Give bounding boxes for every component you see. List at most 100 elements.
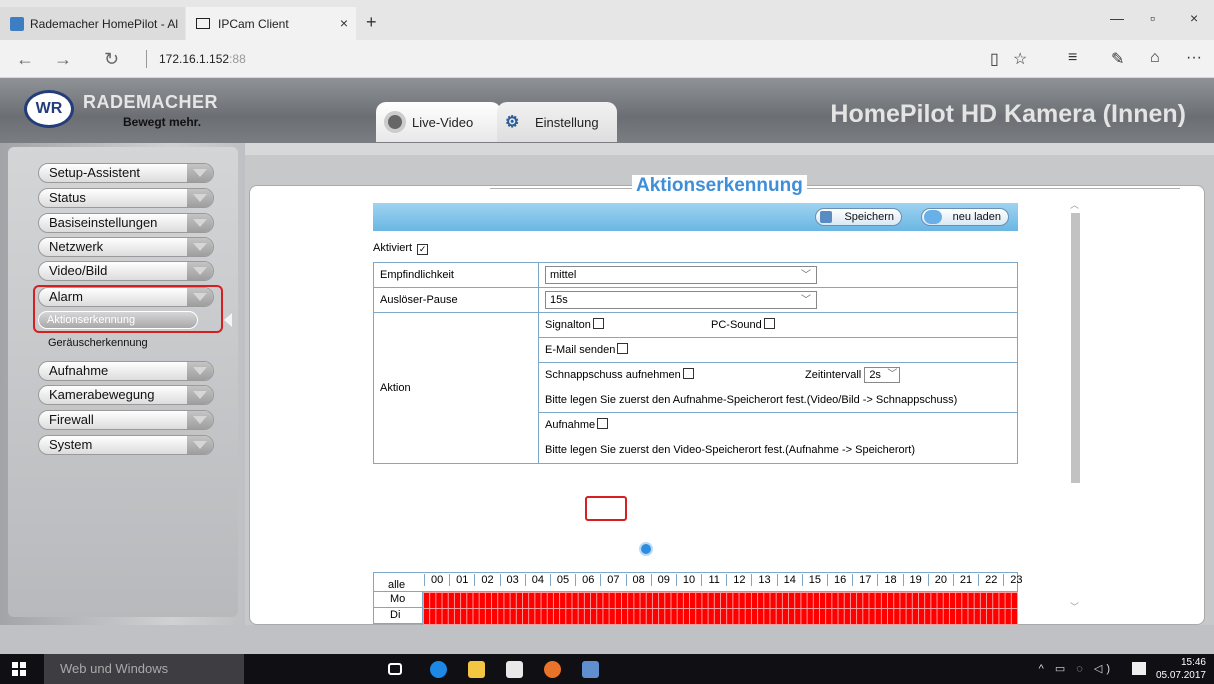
sidebar-subitem-geraeuscherkennung[interactable]: Geräuscherkennung bbox=[38, 337, 148, 349]
reading-view-icon[interactable]: ▯ bbox=[990, 49, 999, 69]
signalton-checkbox[interactable] bbox=[592, 318, 604, 329]
hour-label[interactable]: 20 bbox=[927, 574, 953, 586]
select-all-label[interactable]: alle bbox=[388, 579, 405, 591]
hour-label[interactable]: 11 bbox=[701, 574, 726, 586]
web-note-icon[interactable]: ✎ bbox=[1111, 49, 1124, 69]
hour-label[interactable]: 01 bbox=[449, 574, 474, 586]
hour-label[interactable]: 10 bbox=[675, 574, 701, 586]
browser-tab-ipcam[interactable]: IPCam Client × bbox=[186, 7, 356, 40]
sidebar-item-system[interactable]: System bbox=[38, 435, 214, 455]
tab-live-video[interactable]: Live-Video bbox=[376, 102, 501, 142]
file-explorer-icon[interactable] bbox=[468, 661, 485, 678]
save-button[interactable]: Speichern bbox=[815, 208, 902, 226]
tab-einstellung[interactable]: ⚙ Einstellung bbox=[497, 102, 617, 142]
sidebar-item-aufnahme[interactable]: Aufnahme bbox=[38, 361, 214, 381]
maximize-button[interactable]: ▫ bbox=[1150, 10, 1155, 26]
sidebar-item-kamerabewegung[interactable]: Kamerabewegung bbox=[38, 385, 214, 405]
chevron-down-icon: ﹀ bbox=[887, 369, 898, 380]
browser-tab-homepilot[interactable]: Rademacher HomePilot - Al bbox=[0, 7, 185, 40]
hour-label[interactable]: 09 bbox=[650, 574, 676, 586]
hour-label[interactable]: 17 bbox=[852, 574, 877, 586]
main-top-strip bbox=[245, 143, 1214, 155]
back-icon[interactable]: ← bbox=[16, 49, 34, 70]
sidebar-item-basiseinstellungen[interactable]: Basiseinstellungen bbox=[38, 213, 214, 233]
new-tab-button[interactable]: + bbox=[366, 12, 377, 33]
hour-label[interactable]: 23 bbox=[1003, 574, 1028, 586]
hour-label[interactable]: 18 bbox=[877, 574, 902, 586]
aktiviert-checkbox[interactable]: ✓ bbox=[417, 244, 429, 255]
aktiviert-row: Aktiviert ✓ bbox=[373, 242, 429, 255]
scroll-up-icon[interactable]: ︿ bbox=[1070, 198, 1079, 211]
sidebar-item-label: Aufnahme bbox=[49, 363, 109, 378]
hour-label[interactable]: 21 bbox=[952, 574, 978, 586]
clock-date: 05.07.2017 bbox=[1155, 670, 1206, 681]
share-icon[interactable]: ⌂ bbox=[1150, 49, 1160, 67]
scroll-thumb[interactable] bbox=[1071, 213, 1080, 483]
sound-options-row: Signalton PC-Sound bbox=[539, 313, 1017, 338]
aufnahme-checkbox[interactable] bbox=[597, 418, 609, 429]
task-view-icon[interactable] bbox=[388, 663, 402, 675]
taskbar-clock[interactable]: 15:46 05.07.2017 bbox=[1156, 656, 1206, 682]
edge-browser-icon[interactable] bbox=[430, 661, 447, 678]
sidebar-item-netzwerk[interactable]: Netzwerk bbox=[38, 237, 214, 257]
hour-label[interactable]: 16 bbox=[827, 574, 852, 586]
hour-label[interactable]: 02 bbox=[474, 574, 499, 586]
taskbar-search[interactable]: Web und Windows durchsuchen bbox=[44, 654, 244, 684]
chevron-down-icon bbox=[193, 391, 207, 399]
day-label-di[interactable]: Di bbox=[373, 608, 423, 624]
favorite-star-icon[interactable]: ☆ bbox=[1013, 49, 1027, 69]
close-window-button[interactable]: × bbox=[1190, 10, 1198, 26]
email-checkbox[interactable] bbox=[617, 343, 629, 354]
chevron-down-icon bbox=[193, 267, 207, 275]
hub-icon[interactable]: ≡ bbox=[1068, 49, 1077, 67]
tab-label: Live-Video bbox=[412, 114, 474, 130]
scroll-down-icon[interactable]: ﹀ bbox=[1070, 600, 1079, 613]
site-favicon-icon bbox=[10, 16, 24, 31]
hour-label[interactable]: 03 bbox=[499, 574, 525, 586]
hour-label[interactable]: 13 bbox=[751, 574, 776, 586]
pcsound-checkbox[interactable] bbox=[763, 318, 775, 329]
snapshot-checkbox[interactable] bbox=[682, 368, 694, 379]
refresh-icon[interactable]: ↻ bbox=[104, 49, 119, 70]
sidebar-item-status[interactable]: Status bbox=[38, 188, 214, 208]
url-field[interactable]: 172.16.1.152:88 bbox=[146, 50, 246, 68]
hour-label[interactable]: 08 bbox=[625, 574, 651, 586]
hour-label[interactable]: 15 bbox=[801, 574, 827, 586]
hour-label[interactable]: 19 bbox=[902, 574, 928, 586]
rademacher-logo-icon: WR bbox=[24, 90, 74, 128]
email-label: E-Mail senden bbox=[545, 344, 616, 356]
loading-spinner-icon bbox=[639, 542, 653, 556]
hour-label[interactable]: 05 bbox=[549, 574, 575, 586]
hour-label[interactable]: 22 bbox=[978, 574, 1003, 586]
sidebar-item-label: Basiseinstellungen bbox=[49, 215, 158, 230]
firefox-icon[interactable] bbox=[544, 661, 561, 678]
hour-label[interactable]: 06 bbox=[575, 574, 600, 586]
sidebar-subitem-aktionserkennung[interactable]: Aktionserkennung bbox=[38, 311, 198, 329]
chevron-down-icon bbox=[193, 367, 207, 375]
vertical-scrollbar[interactable]: ︿ ﹀ bbox=[1070, 198, 1080, 613]
hour-label[interactable]: 12 bbox=[726, 574, 751, 586]
sidebar-item-video-bild[interactable]: Video/Bild bbox=[38, 261, 214, 281]
hour-label[interactable]: 04 bbox=[524, 574, 550, 586]
forward-icon[interactable]: → bbox=[54, 49, 72, 70]
notification-icon[interactable] bbox=[1132, 662, 1146, 675]
day-label-mo[interactable]: Mo bbox=[373, 592, 423, 608]
windows-start-icon[interactable] bbox=[12, 662, 26, 676]
sidebar-item-setup-assistent[interactable]: Setup-Assistent bbox=[38, 163, 214, 183]
sidebar-item-firewall[interactable]: Firewall bbox=[38, 410, 214, 430]
paint-app-icon[interactable] bbox=[582, 661, 599, 678]
tab-close-icon[interactable]: × bbox=[340, 15, 348, 31]
hour-label[interactable]: 14 bbox=[776, 574, 802, 586]
tab-label: Einstellung bbox=[535, 114, 599, 130]
store-icon[interactable] bbox=[506, 661, 523, 678]
hour-label[interactable]: 07 bbox=[600, 574, 625, 586]
reload-button[interactable]: neu laden bbox=[921, 208, 1009, 226]
trigger-pause-select[interactable]: 15s ﹀ bbox=[545, 291, 817, 309]
system-tray-icons[interactable]: ^ ▭ ◌ ◁) bbox=[1039, 662, 1114, 675]
interval-select[interactable]: 2s ﹀ bbox=[864, 367, 901, 383]
more-icon[interactable]: ··· bbox=[1186, 49, 1202, 67]
minimize-button[interactable]: — bbox=[1110, 10, 1124, 26]
aktiviert-label: Aktiviert bbox=[373, 242, 413, 254]
hour-label[interactable]: 00 bbox=[424, 574, 449, 586]
sensitivity-select[interactable]: mittel ﹀ bbox=[545, 266, 817, 284]
